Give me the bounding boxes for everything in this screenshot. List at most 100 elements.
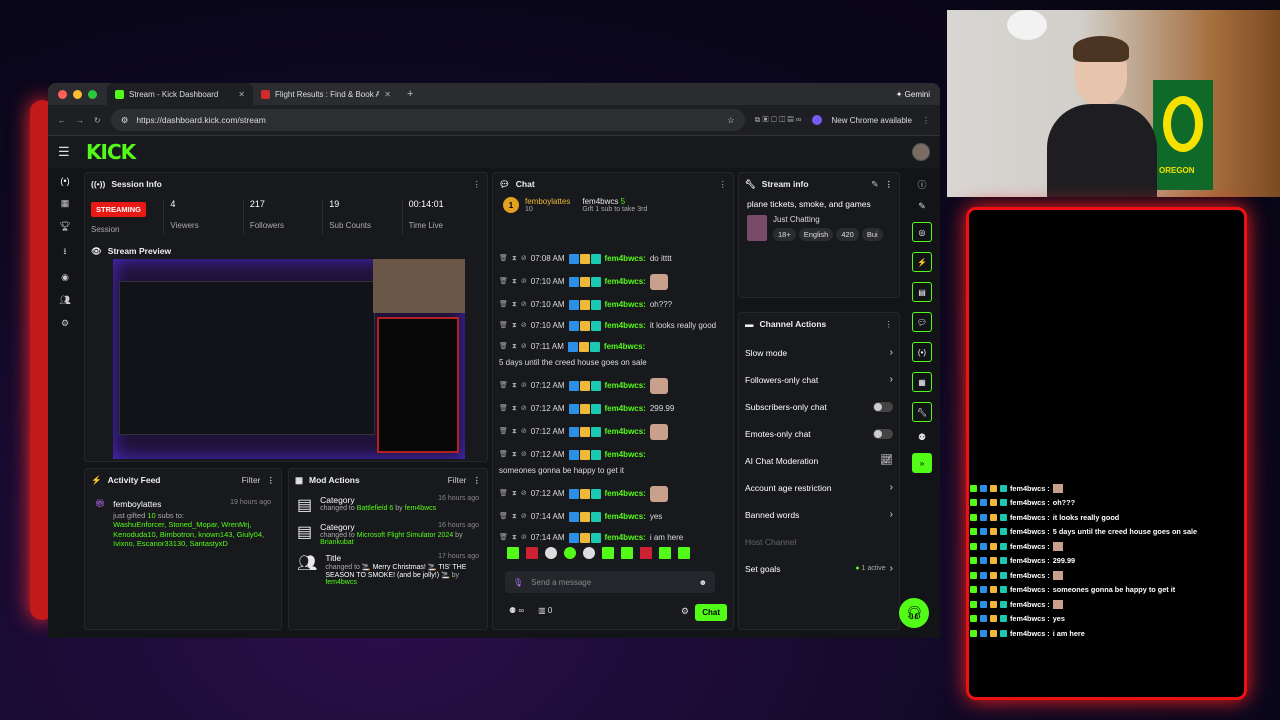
message-user[interactable]: fem4bwcs: (604, 341, 645, 353)
ban-icon[interactable]: ⊘ (521, 403, 527, 415)
chat-message[interactable]: 🗑︎ ⧗ ⊘ 07:14 AM fem4bwcs: yes (493, 511, 733, 523)
delete-icon[interactable]: 🗑︎ (499, 449, 508, 461)
emoji-icon[interactable]: ☻ (699, 578, 707, 587)
delete-icon[interactable]: 🗑︎ (499, 532, 508, 544)
timeout-icon[interactable]: ⧗ (512, 380, 517, 392)
notes-button[interactable]: ▤ (912, 282, 932, 302)
message-user[interactable]: fem4bwcs: (605, 488, 646, 500)
toggle-switch[interactable] (873, 428, 893, 439)
timeout-icon[interactable]: ⧗ (512, 299, 517, 311)
stream-preview-video[interactable] (113, 259, 465, 459)
dashboard-icon[interactable]: ▦ (61, 198, 70, 209)
close-tab-icon[interactable]: ✕ (238, 90, 245, 99)
delete-icon[interactable]: 🗑︎ (499, 380, 508, 392)
ban-icon[interactable]: ⊘ (521, 449, 527, 461)
emote-icon[interactable] (678, 547, 690, 559)
gemini-button[interactable]: ✦ Gemini (896, 90, 930, 99)
menu-icon[interactable]: ☰ (58, 144, 78, 160)
more-icon[interactable]: ⋮ (885, 179, 894, 190)
chat-input[interactable]: 🎙︎ Send a message ☻ (505, 571, 715, 593)
delete-icon[interactable]: 🗑︎ (499, 276, 508, 288)
minimize-window-button[interactable] (73, 89, 82, 99)
category-name[interactable]: Just Chatting (773, 215, 883, 224)
timeout-icon[interactable]: ⧗ (512, 511, 517, 523)
timeout-icon[interactable]: ⧗ (512, 426, 517, 438)
ban-icon[interactable]: ⊘ (521, 488, 527, 500)
ban-icon[interactable]: ⊘ (521, 511, 527, 523)
more-icon[interactable]: ⋮ (267, 475, 276, 486)
mod-action-user[interactable]: Briankubat (320, 539, 353, 546)
address-bar[interactable]: ⚙ https://dashboard.kick.com/stream ☆ (110, 109, 745, 131)
channel-action-ai-chat-moderation[interactable]: AI Chat Moderation 📈︎ (739, 447, 899, 474)
channel-action-set-goals[interactable]: Set goals ● 1 active › (739, 555, 899, 582)
message-user[interactable]: fem4bwcs: (605, 449, 646, 461)
message-user[interactable]: fem4bwcs: (605, 299, 646, 311)
chat-message[interactable]: 🗑︎ ⧗ ⊘ 07:08 AM fem4bwcs: do itttt (493, 253, 733, 265)
ban-icon[interactable]: ⊘ (521, 253, 527, 265)
emote-icon[interactable] (564, 547, 576, 559)
ban-icon[interactable]: ⊘ (521, 341, 527, 353)
chat-message[interactable]: 🗑︎ ⧗ ⊘ 07:12 AM fem4bwcs: (493, 486, 733, 502)
extensions-icon[interactable]: ⧉ ▣ ▢ ◫ ▤ ∞ (755, 115, 802, 125)
timeout-icon[interactable]: ⧗ (512, 276, 517, 288)
channel-action-banned-words[interactable]: Banned words › (739, 501, 899, 528)
mod-action-user[interactable]: fem4bwcs (325, 579, 357, 586)
close-tab-icon[interactable]: ✕ (384, 90, 391, 99)
timeout-icon[interactable]: ⧗ (512, 488, 517, 500)
reload-icon[interactable]: ↻ (94, 116, 101, 125)
chat-more-icon[interactable]: ⋮ (719, 179, 728, 190)
chat-message[interactable]: 🗑︎ ⧗ ⊘ 07:11 AM fem4bwcs: 5 days until the cr… (493, 341, 733, 369)
ban-icon[interactable]: ⊘ (521, 299, 527, 311)
edit-icon[interactable]: ✎ (871, 179, 878, 190)
layout-button[interactable]: ▦ (912, 372, 932, 392)
delete-icon[interactable]: 🗑︎ (499, 253, 508, 265)
chat-message-list[interactable]: 🗑︎ ⧗ ⊘ 07:08 AM fem4bwcs: do itttt 🗑︎ ⧗ ⊘ 07:10 A… (493, 251, 733, 544)
message-user[interactable]: fem4bwcs: (605, 320, 646, 332)
mod-action-user[interactable]: fem4bwcs (405, 505, 437, 512)
stream-icon[interactable]: (•) (60, 176, 69, 186)
more-icon[interactable]: ⋮ (473, 179, 482, 190)
users-icon[interactable]: 👥︎ (59, 295, 70, 306)
message-user[interactable]: fem4bwcs: (605, 403, 646, 415)
users-infinity-icon[interactable]: ⚉ ∞ (509, 606, 524, 615)
delete-icon[interactable]: 🗑︎ (499, 320, 508, 332)
more-icon[interactable]: ⋮ (473, 475, 482, 486)
kick-logo[interactable]: KICK (86, 140, 136, 164)
chat-message[interactable]: 🗑︎ ⧗ ⊘ 07:12 AM fem4bwcs: (493, 424, 733, 440)
mic-icon[interactable]: 🎙︎ (513, 578, 523, 587)
clip-button[interactable]: ◎ (912, 222, 932, 242)
send-chat-button[interactable]: Chat (695, 604, 727, 621)
delete-icon[interactable]: 🗑︎ (499, 426, 508, 438)
channel-action-followers-only-chat[interactable]: Followers-only chat › (739, 366, 899, 393)
timeout-icon[interactable]: ⧗ (512, 532, 517, 544)
chat-message[interactable]: 🗑︎ ⧗ ⊘ 07:10 AM fem4bwcs: it looks really goo… (493, 320, 733, 332)
new-tab-icon[interactable]: + (399, 88, 421, 100)
chat-message[interactable]: 🗑︎ ⧗ ⊘ 07:10 AM fem4bwcs: (493, 274, 733, 290)
message-user[interactable]: fem4bwcs: (605, 511, 646, 523)
emote-icon[interactable] (583, 547, 595, 559)
leader-user[interactable]: femboylattes (525, 197, 570, 206)
mod-filter-button[interactable]: Filter (448, 475, 467, 485)
avatar[interactable] (912, 143, 930, 161)
pencil-icon[interactable]: ✎ (918, 201, 926, 212)
forward-icon[interactable]: → (76, 116, 84, 125)
tools-button[interactable]: 🔧︎ (912, 402, 932, 422)
message-user[interactable]: fem4bwcs: (605, 253, 646, 265)
message-user[interactable]: fem4bwcs: (605, 532, 646, 544)
chat-message[interactable]: 🗑︎ ⧗ ⊘ 07:12 AM fem4bwcs: 299.99 (493, 403, 733, 415)
message-user[interactable]: fem4bwcs: (605, 426, 646, 438)
broadcast-button[interactable]: (•) (912, 342, 932, 362)
ban-icon[interactable]: ⊘ (521, 426, 527, 438)
download-icon[interactable]: ⭳ (63, 244, 66, 260)
ban-icon[interactable]: ⊘ (521, 532, 527, 544)
emote-icon[interactable] (621, 547, 633, 559)
message-user[interactable]: fem4bwcs: (605, 380, 646, 392)
delete-icon[interactable]: 🗑︎ (499, 299, 508, 311)
ban-icon[interactable]: ⊘ (521, 380, 527, 392)
ban-icon[interactable]: ⊘ (521, 320, 527, 332)
users-icon[interactable]: ⚉ (918, 432, 926, 443)
channel-action-slow-mode[interactable]: Slow mode › (739, 339, 899, 366)
chat-message[interactable]: 🗑︎ ⧗ ⊘ 07:12 AM fem4bwcs: someones gonna be h… (493, 449, 733, 477)
channel-action-subscribers-only-chat[interactable]: Subscribers-only chat (739, 393, 899, 420)
lightning-button[interactable]: ⚡ (912, 252, 932, 272)
